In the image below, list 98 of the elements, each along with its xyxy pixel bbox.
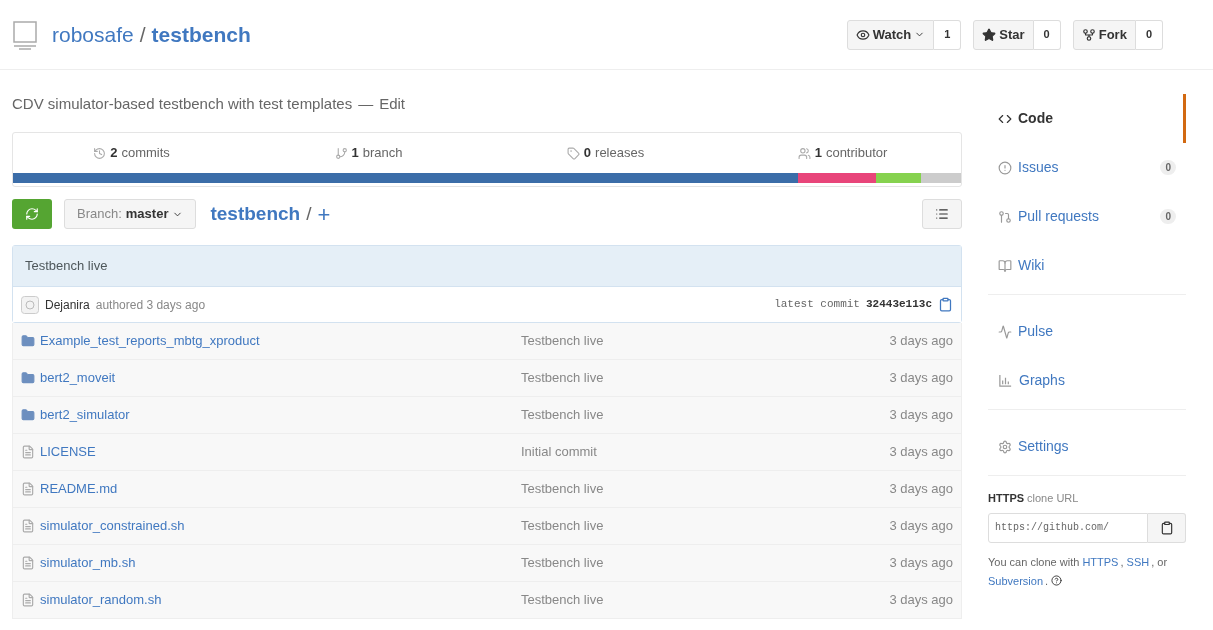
clipboard-icon[interactable] <box>938 297 953 312</box>
file-name-link[interactable]: README.md <box>40 479 118 499</box>
clipboard-icon <box>1159 520 1174 535</box>
pulse-icon <box>998 324 1012 339</box>
list-view-button[interactable] <box>922 199 962 229</box>
clone-help-text: You can clone with <box>988 555 1081 568</box>
owner-link[interactable]: robosafe <box>52 18 134 51</box>
latest-commit-label: latest commit <box>774 297 860 313</box>
file-name-link[interactable]: simulator_constrained.sh <box>40 516 185 536</box>
breadcrumb-link[interactable]: testbench <box>210 199 301 229</box>
social-count[interactable]: 0 <box>1135 19 1163 50</box>
tag-icon <box>566 146 580 160</box>
commit-message-cell-text: Testbench live <box>521 406 604 425</box>
description-separator: — <box>358 93 374 114</box>
commit-author: Dejanira <box>45 296 90 314</box>
folder-icon <box>21 334 35 348</box>
clone-url-field[interactable]: https://github.com/ <box>988 512 1148 543</box>
file-icon <box>21 556 35 570</box>
commit-sha[interactable]: 32443e113c <box>866 296 932 313</box>
commit-age: 3 days ago <box>889 369 953 388</box>
nav-count: 0 <box>1160 160 1176 175</box>
clone-label: clone URL <box>1027 491 1079 506</box>
commit-age: 3 days ago <box>889 517 953 536</box>
list-icon <box>935 207 949 221</box>
commit-age: 3 days ago <box>889 406 953 425</box>
sidebar-nav-item[interactable]: Pulse <box>988 307 1186 356</box>
watch-button[interactable]: Watch <box>846 19 935 50</box>
summary-stat[interactable]: 2 commits <box>13 133 250 173</box>
repo-description: CDV simulator-based testbench with test templates <box>12 93 353 114</box>
star-icon <box>982 27 997 42</box>
breadcrumb-separator: / <box>306 201 312 226</box>
commit-message-cell-text: Testbench live <box>521 554 604 573</box>
clone-protocol: HTTPS <box>988 491 1025 506</box>
wiki-icon <box>998 258 1012 273</box>
eye-icon <box>855 27 870 42</box>
commit-age: 3 days ago <box>889 591 953 610</box>
issues-icon <box>998 160 1012 175</box>
commit-meta: authored 3 days ago <box>95 296 206 314</box>
settings-icon <box>998 439 1012 454</box>
star-button[interactable]: Star <box>973 19 1034 50</box>
summary-stat[interactable]: 1 branch <box>250 133 487 173</box>
fork-icon <box>1081 27 1096 42</box>
compare-button[interactable] <box>12 199 52 229</box>
file-name-link[interactable]: bert2_simulator <box>40 405 130 425</box>
commit-message-cell-text: Testbench live <box>521 517 604 536</box>
branch-icon <box>334 146 348 160</box>
file-icon <box>21 445 35 459</box>
help-icon[interactable] <box>1051 574 1063 586</box>
repo-icon <box>12 19 38 50</box>
history-icon <box>93 146 107 160</box>
pulls-icon <box>998 209 1012 224</box>
fork-button[interactable]: Fork <box>1072 19 1136 50</box>
file-icon <box>21 482 35 496</box>
commit-message: Testbench live <box>13 246 961 286</box>
branch-selector[interactable]: Branch: master <box>64 199 197 229</box>
clone-method-link[interactable]: HTTPS <box>1082 552 1119 572</box>
file-name-link[interactable]: Example_test_reports_mbtg_xproduct <box>40 331 260 351</box>
summary-stat[interactable]: 1 contributor <box>724 133 961 173</box>
clone-method-link[interactable]: Subversion <box>988 571 1044 591</box>
clone-help-text: , or <box>1151 555 1168 568</box>
sidebar-nav-item[interactable]: Wiki <box>988 241 1186 290</box>
clone-method-link[interactable]: SSH <box>1126 552 1150 572</box>
people-icon <box>797 146 811 160</box>
repo-link[interactable]: testbench <box>151 18 251 51</box>
folder-icon <box>21 408 35 422</box>
commit-message-cell-text: Testbench live <box>521 332 604 351</box>
file-icon <box>21 519 35 533</box>
graphs-icon <box>998 373 1013 388</box>
commit-age: 3 days ago <box>889 480 953 499</box>
social-count[interactable]: 0 <box>1033 19 1061 50</box>
commit-age: 3 days ago <box>889 332 953 351</box>
commit-message-cell-text: Testbench live <box>521 591 604 610</box>
edit-link[interactable]: Edit <box>379 92 405 116</box>
folder-icon <box>21 371 35 385</box>
summary-stat[interactable]: 0 releases <box>487 133 724 173</box>
commit-message-cell-text: Testbench live <box>521 369 604 388</box>
avatar-icon <box>21 295 39 314</box>
sidebar-nav-item[interactable]: Graphs <box>988 356 1186 405</box>
clone-help-text: , <box>1120 555 1125 568</box>
compare-icon <box>25 207 39 221</box>
commit-message-cell-text: Initial commit <box>521 443 597 462</box>
path-separator: / <box>139 21 146 48</box>
add-file-link[interactable]: + <box>317 197 331 231</box>
nav-count: 0 <box>1160 209 1176 224</box>
sidebar-nav-item[interactable]: Issues 0 <box>988 143 1186 192</box>
commit-age: 3 days ago <box>889 443 953 462</box>
sidebar-nav-item[interactable]: Pull requests 0 <box>988 192 1186 241</box>
copy-url-button[interactable] <box>1148 512 1186 543</box>
clone-help-text: . <box>1045 574 1049 587</box>
file-name-link[interactable]: bert2_moveit <box>40 368 116 388</box>
social-count[interactable]: 1 <box>934 19 962 50</box>
commit-message-cell-text: Testbench live <box>521 480 604 499</box>
file-name-link[interactable]: simulator_mb.sh <box>40 553 136 573</box>
sidebar-nav-item[interactable]: Settings <box>988 422 1186 471</box>
file-name-link[interactable]: LICENSE <box>40 442 96 462</box>
file-icon <box>21 593 35 607</box>
file-name-link[interactable]: simulator_random.sh <box>40 590 162 610</box>
commit-age: 3 days ago <box>889 554 953 573</box>
